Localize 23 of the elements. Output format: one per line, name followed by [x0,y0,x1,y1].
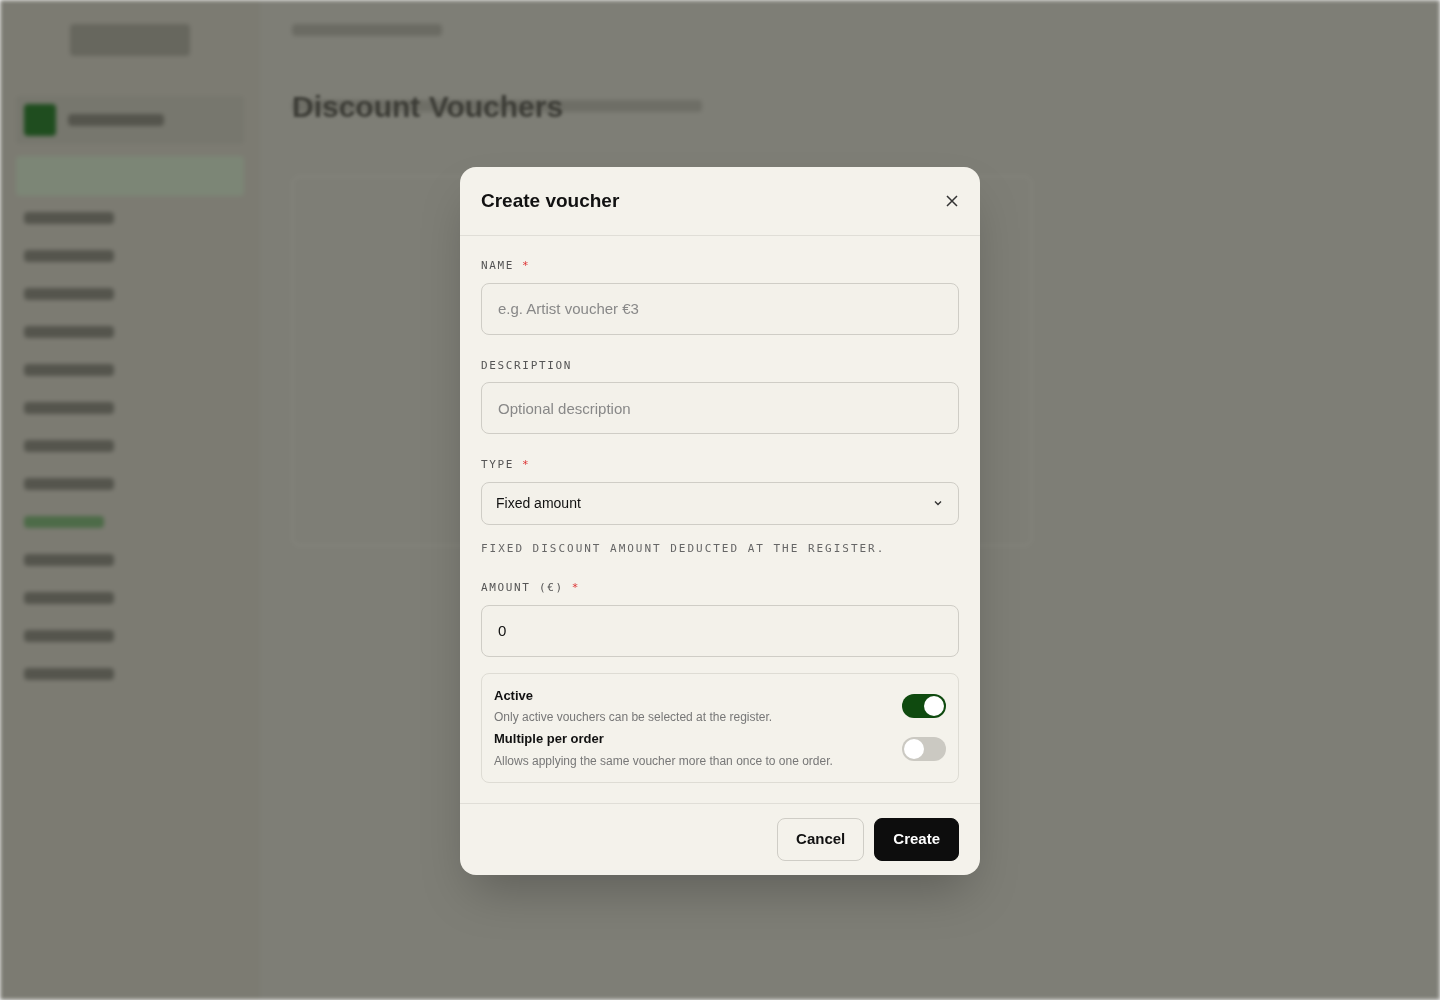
field-label: TYPE [481,457,515,473]
field-hint: FIXED DISCOUNT AMOUNT DEDUCTED AT THE REGISTER. [481,540,887,557]
field-label: NAME [481,258,515,274]
toggle-switch[interactable] [902,737,946,762]
required-asterisk: * [522,457,531,473]
close-icon[interactable] [945,194,959,208]
required-asterisk: * [571,580,580,596]
dialog-title: Create voucher [481,188,620,213]
option-description: Only active vouchers can be selected at the register. [494,709,773,726]
field-label: AMOUNT (€) [481,580,564,596]
input-field[interactable]: e.g. Artist voucher €3 [481,282,959,335]
create-button[interactable]: Create [874,817,959,861]
field-label: DESCRIPTION [481,357,572,374]
cancel-button[interactable]: Cancel [777,817,865,861]
required-asterisk: * [522,258,531,274]
input-field[interactable]: Optional description [481,382,959,434]
option-title: Active [494,686,535,705]
option-title: Multiple per order [494,730,605,748]
page-title: Discount Vouchers [292,89,564,125]
option-description: Allows applying the same voucher more than once to one order. [494,752,833,770]
type-select[interactable]: Fixed amount [481,481,959,525]
input-field[interactable]: 0 [481,604,959,657]
toggle-switch[interactable] [902,693,946,718]
